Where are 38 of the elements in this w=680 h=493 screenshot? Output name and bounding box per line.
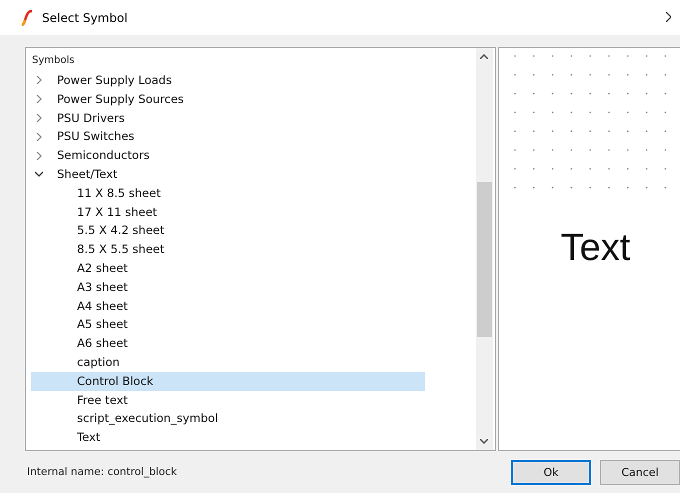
chevron-right-icon[interactable] xyxy=(35,114,43,122)
tree-item[interactable]: Control Block xyxy=(31,372,425,391)
tree-item[interactable]: Free text xyxy=(31,390,425,410)
tree-item[interactable]: Semiconductors xyxy=(57,146,150,165)
tree-header: Symbols xyxy=(31,54,76,68)
tree-item[interactable]: Power Supply Sources xyxy=(57,90,184,109)
app-logo-icon xyxy=(21,10,33,26)
close-icon[interactable] xyxy=(666,12,671,22)
tree-item[interactable]: 11 X 8.5 sheet xyxy=(31,184,425,203)
chevron-down-icon[interactable] xyxy=(35,170,43,178)
tree-item[interactable]: A4 sheet xyxy=(31,296,425,316)
tree-item[interactable]: 8.5 X 5.5 sheet xyxy=(31,240,425,259)
tree-item[interactable]: 5.5 X 4.2 sheet xyxy=(31,221,425,240)
tree-item[interactable]: PSU Switches xyxy=(57,127,134,146)
scrollbar-thumb[interactable] xyxy=(477,182,492,337)
scroll-down-icon[interactable] xyxy=(480,439,488,444)
chevron-right-icon[interactable] xyxy=(35,132,43,141)
ok-button[interactable]: Ok xyxy=(511,460,591,484)
tree-item[interactable]: A6 sheet xyxy=(31,334,425,353)
window-title: Select Symbol xyxy=(42,10,128,24)
cancel-button[interactable]: Cancel xyxy=(600,460,680,484)
tree-item[interactable]: A2 sheet xyxy=(31,258,425,278)
scroll-up-icon[interactable] xyxy=(480,54,488,59)
internal-name-label: Internal name: control_block xyxy=(27,466,178,478)
chevron-right-icon[interactable] xyxy=(35,95,43,104)
scrollbar[interactable] xyxy=(476,48,493,450)
tree-item[interactable]: Sheet/Text xyxy=(57,164,118,184)
tree-item[interactable]: A3 sheet xyxy=(31,278,425,297)
tree-item[interactable]: PSU Drivers xyxy=(57,108,125,128)
tree-item[interactable]: Text xyxy=(31,428,425,447)
tree-item[interactable]: 17 X 11 sheet xyxy=(31,202,425,222)
preview-text: Text xyxy=(560,226,630,270)
tree-item[interactable]: A5 sheet xyxy=(31,315,425,334)
chevron-right-icon[interactable] xyxy=(35,76,43,84)
tree-item[interactable]: Power Supply Loads xyxy=(57,71,172,90)
chevron-right-icon[interactable] xyxy=(35,152,43,160)
tree-item[interactable]: caption xyxy=(31,352,425,372)
tree-item[interactable]: script_execution_symbol xyxy=(31,409,425,428)
